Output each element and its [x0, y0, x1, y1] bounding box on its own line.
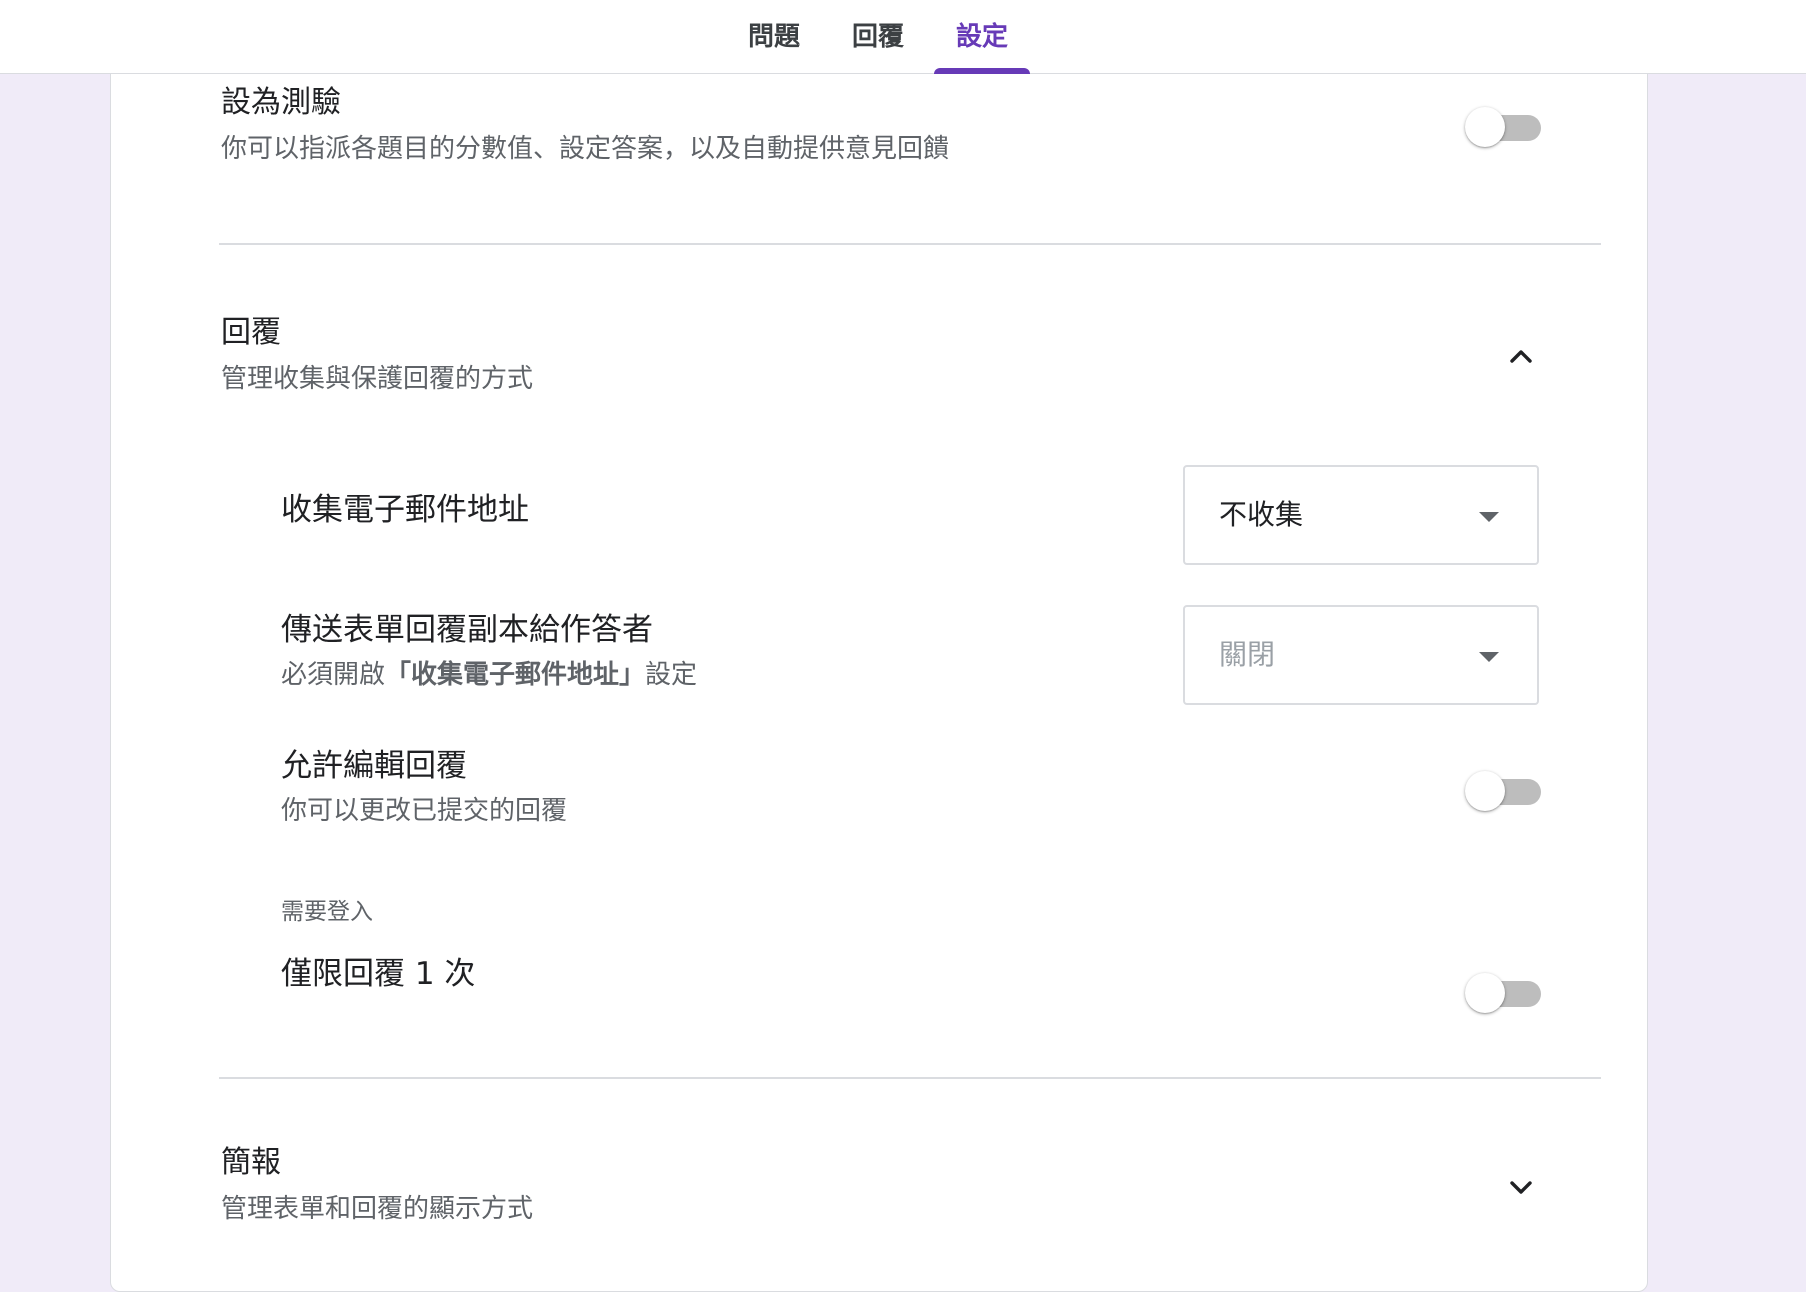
active-tab-indicator	[934, 68, 1030, 74]
responses-section-title: 回覆	[221, 315, 281, 350]
limit-one-response-toggle[interactable]	[1465, 971, 1541, 1013]
send-copy-dropdown[interactable]: 關閉	[1183, 605, 1539, 705]
tab-questions[interactable]: 問題	[740, 0, 808, 74]
presentation-section-title: 簡報	[221, 1145, 281, 1180]
allow-edit-description: 你可以更改已提交的回覆	[281, 796, 568, 826]
quiz-toggle[interactable]	[1465, 105, 1541, 147]
dropdown-arrow-icon	[1479, 512, 1499, 522]
chevron-down-icon	[1510, 1181, 1532, 1194]
chevron-up-icon	[1510, 350, 1532, 363]
section-divider	[219, 243, 1601, 245]
tab-settings-label: 設定	[955, 22, 1008, 52]
responses-section-description: 管理收集與保護回覆的方式	[221, 364, 534, 394]
toggle-thumb	[1465, 107, 1505, 147]
requires-signin-heading: 需要登入	[281, 899, 373, 925]
allow-edit-toggle[interactable]	[1465, 769, 1541, 811]
tab-settings[interactable]: 設定	[934, 0, 1030, 74]
send-copy-label: 傳送表單回覆副本給作答者	[281, 612, 653, 648]
settings-card: 設為測驗 你可以指派各題目的分數值、設定答案，以及自動提供意見回饋 回覆 管理收…	[110, 60, 1648, 1292]
section-divider	[219, 1077, 1601, 1079]
collect-email-label: 收集電子郵件地址	[281, 492, 529, 528]
send-copy-note: 必須開啟「收集電子郵件地址」設定	[281, 657, 697, 693]
send-copy-value: 關閉	[1219, 638, 1276, 671]
responses-collapse-button[interactable]	[1499, 335, 1543, 379]
top-tab-bar: 問題 回覆 設定	[0, 0, 1806, 74]
collect-email-dropdown[interactable]: 不收集	[1183, 465, 1539, 565]
quiz-section-title: 設為測驗	[221, 85, 341, 120]
send-copy-note-prefix: 必須開啟	[281, 660, 386, 690]
quiz-section-description: 你可以指派各題目的分數值、設定答案，以及自動提供意見回饋	[221, 134, 950, 164]
limit-one-response-label: 僅限回覆 1 次	[281, 956, 476, 992]
toggle-thumb	[1465, 973, 1505, 1013]
toggle-thumb	[1465, 771, 1505, 811]
dropdown-arrow-icon	[1479, 652, 1499, 662]
collect-email-value: 不收集	[1219, 498, 1304, 531]
send-copy-note-suffix: 設定	[645, 660, 698, 690]
presentation-section-description: 管理表單和回覆的顯示方式	[221, 1194, 534, 1224]
send-copy-note-bold: 「收集電子郵件地址」	[385, 660, 646, 690]
tab-responses[interactable]: 回覆	[844, 0, 912, 74]
presentation-expand-button[interactable]	[1499, 1165, 1543, 1209]
allow-edit-label: 允許編輯回覆	[281, 748, 467, 784]
